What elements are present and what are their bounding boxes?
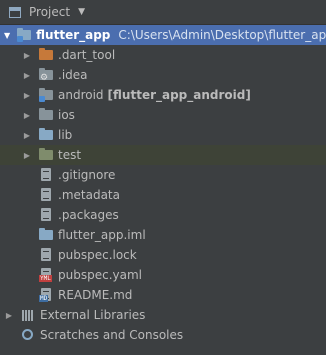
yaml-file-icon: YML: [38, 267, 54, 283]
tree-node-android[interactable]: ▶ android [flutter_app_android]: [0, 85, 326, 105]
tree-node-scratches[interactable]: Scratches and Consoles: [0, 325, 326, 345]
text-file-icon: [38, 167, 54, 183]
tree-node-lib[interactable]: ▶ lib: [0, 125, 326, 145]
root-folder-name: flutter_app: [36, 28, 111, 42]
module-folder-icon: [38, 87, 54, 103]
tree-node-pubspec-lock[interactable]: pubspec.lock: [0, 245, 326, 265]
module-folder-icon: [16, 27, 32, 43]
tree-node-label: pubspec.lock: [58, 248, 137, 262]
tree-node-label: .metadata: [58, 188, 120, 202]
text-file-icon: [38, 187, 54, 203]
tree-node-label: .packages: [58, 208, 119, 222]
markdown-file-icon: MD: [38, 287, 54, 303]
tree-node-idea[interactable]: ▶ ⚙ .idea: [0, 65, 326, 85]
folder-icon: [38, 107, 54, 123]
module-file-icon: [38, 227, 54, 243]
tree-node-label: ios: [58, 108, 75, 122]
collapsed-arrow-icon[interactable]: ▶: [22, 111, 32, 120]
tree-node-label: test: [58, 148, 82, 162]
tree-node-label: .idea: [58, 68, 88, 82]
collapsed-arrow-icon[interactable]: ▶: [22, 151, 32, 160]
tree-node-label: Scratches and Consoles: [40, 328, 184, 342]
collapsed-arrow-icon[interactable]: ▶: [22, 71, 32, 80]
tree-node-test[interactable]: ▶ test: [0, 145, 326, 165]
project-tree: ▼ flutter_app C:\Users\Admin\Desktop\flu…: [0, 25, 326, 345]
tree-node-external-libraries[interactable]: ▶ External Libraries: [0, 305, 326, 325]
collapsed-arrow-icon[interactable]: ▶: [4, 311, 14, 320]
settings-folder-icon: ⚙: [38, 67, 54, 83]
tree-node-metadata[interactable]: .metadata: [0, 185, 326, 205]
collapsed-arrow-icon[interactable]: ▶: [22, 91, 32, 100]
tree-node-readme[interactable]: MD README.md: [0, 285, 326, 305]
scratches-icon: [20, 327, 36, 343]
tree-node-label: flutter_app.iml: [58, 228, 146, 242]
collapsed-arrow-icon[interactable]: ▶: [22, 51, 32, 60]
module-name-suffix: [flutter_app_android]: [107, 88, 251, 102]
tree-node-label: android: [58, 88, 104, 102]
tree-node-label: README.md: [58, 288, 133, 302]
project-view-title[interactable]: Project: [29, 5, 70, 19]
root-folder-path: C:\Users\Admin\Desktop\flutter_app: [118, 28, 326, 42]
tree-node-label: lib: [58, 128, 73, 142]
tree-node-packages[interactable]: .packages: [0, 205, 326, 225]
project-tool-window-header[interactable]: Project ▼: [0, 0, 326, 25]
view-dropdown-icon[interactable]: ▼: [78, 7, 85, 17]
tool-window-icon: [9, 6, 21, 18]
source-folder-icon: [38, 127, 54, 143]
text-file-icon: [38, 247, 54, 263]
tree-node-label: pubspec.yaml: [58, 268, 142, 282]
tree-node-ios[interactable]: ▶ ios: [0, 105, 326, 125]
tree-node-iml[interactable]: flutter_app.iml: [0, 225, 326, 245]
tree-node-label: .gitignore: [58, 168, 116, 182]
tree-node-dart-tool[interactable]: ▶ .dart_tool: [0, 45, 326, 65]
expanded-arrow-icon[interactable]: ▼: [4, 31, 10, 40]
tree-node-gitignore[interactable]: .gitignore: [0, 165, 326, 185]
text-file-icon: [38, 207, 54, 223]
tree-node-root[interactable]: ▼ flutter_app C:\Users\Admin\Desktop\flu…: [0, 25, 326, 45]
tree-node-label: .dart_tool: [58, 48, 116, 62]
collapsed-arrow-icon[interactable]: ▶: [22, 131, 32, 140]
tree-node-pubspec-yaml[interactable]: YML pubspec.yaml: [0, 265, 326, 285]
excluded-folder-icon: [38, 47, 54, 63]
test-folder-icon: [38, 147, 54, 163]
tree-node-label: External Libraries: [40, 308, 146, 322]
libraries-icon: [20, 307, 36, 323]
